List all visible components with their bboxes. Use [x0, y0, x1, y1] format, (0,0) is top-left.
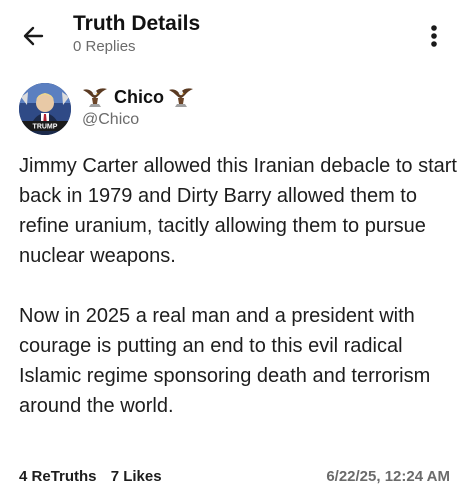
avatar[interactable]: TRUMP — [19, 83, 71, 135]
likes-count: 7 — [110, 468, 120, 485]
page-title: Truth Details — [73, 12, 201, 35]
eagle-icon — [82, 86, 108, 108]
vertical-ellipsis-icon — [431, 25, 437, 47]
post-paragraph: Now in 2025 a real man and a president w… — [19, 305, 431, 417]
post-timestamp: 6/22/25, 12:24 AM — [326, 468, 450, 485]
post-paragraph: Jimmy Carter allowed this Iranian debacl… — [19, 155, 457, 267]
arrow-left-icon — [23, 26, 44, 46]
more-options-button[interactable] — [424, 22, 444, 50]
likes-stat[interactable]: 7 Likes — [111, 468, 162, 485]
author-handle[interactable]: @Chico — [82, 111, 139, 129]
top-bar: Truth Details 0 Replies — [0, 0, 469, 62]
retruths-count: 4 — [19, 468, 28, 485]
reply-count: 0 Replies — [73, 38, 136, 55]
back-button[interactable] — [20, 22, 48, 50]
engagement-stats: 4 ReTruths 7 Likes — [19, 468, 172, 485]
avatar-image: TRUMP — [19, 83, 71, 135]
post-text: Jimmy Carter allowed this Iranian debacl… — [19, 151, 459, 421]
avatar-caption: TRUMP — [33, 124, 58, 131]
retruths-label: ReTruths — [31, 468, 97, 485]
retruths-stat[interactable]: 4 ReTruths — [19, 468, 97, 485]
eagle-icon — [168, 86, 194, 108]
author-name-row[interactable]: Chico — [82, 84, 194, 110]
likes-label: Likes — [123, 468, 162, 485]
display-name: Chico — [114, 86, 165, 107]
